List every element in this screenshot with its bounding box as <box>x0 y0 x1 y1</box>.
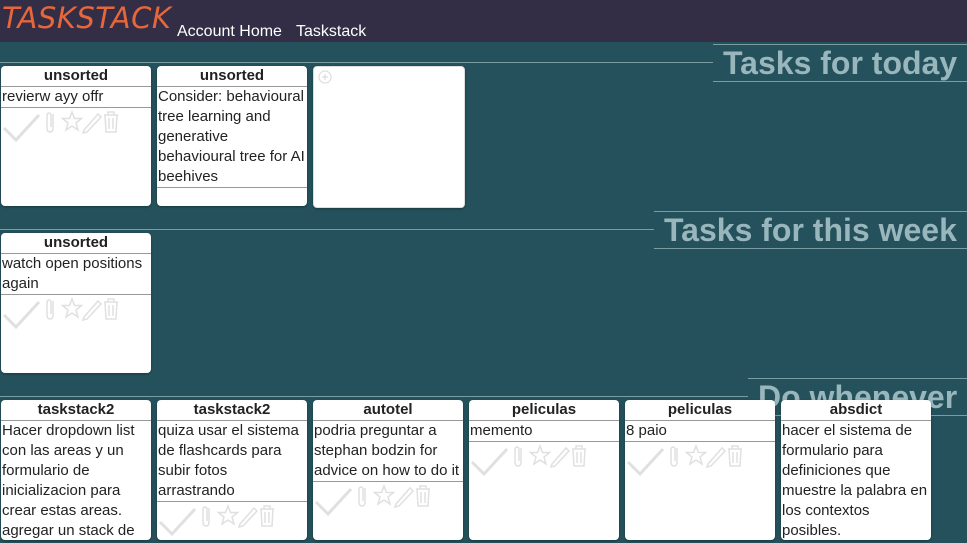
star-icon[interactable] <box>60 109 84 137</box>
card-actions <box>313 482 463 522</box>
task-card[interactable]: unsorted Consider: behavioural tree lear… <box>157 66 307 206</box>
section-divider <box>0 62 714 63</box>
paperclip-icon[interactable] <box>511 444 525 473</box>
card-category: taskstack2 <box>157 400 307 421</box>
card-category: taskstack2 <box>1 400 151 421</box>
check-icon[interactable] <box>313 484 353 525</box>
paperclip-icon[interactable] <box>667 444 681 473</box>
check-icon[interactable] <box>1 110 41 151</box>
card-text: quiza usar el sistema de flashcards para… <box>157 421 307 502</box>
pencil-icon[interactable] <box>705 444 727 473</box>
task-card[interactable]: unsorted watch open positions again <box>1 233 151 373</box>
trash-icon[interactable] <box>570 444 588 473</box>
task-card[interactable]: peliculas 8 paio <box>625 400 775 540</box>
check-icon[interactable] <box>625 444 665 485</box>
paperclip-icon[interactable] <box>43 297 57 326</box>
check-icon[interactable] <box>469 444 509 485</box>
card-category: unsorted <box>157 66 307 87</box>
card-category: peliculas <box>469 400 619 421</box>
paperclip-icon[interactable] <box>43 110 57 139</box>
task-card[interactable]: autotel podria preguntar a stephan bodzi… <box>313 400 463 540</box>
card-actions <box>157 502 307 540</box>
star-icon[interactable] <box>372 483 396 511</box>
trash-icon[interactable] <box>726 444 744 473</box>
card-text: Hacer dropdown list con las areas y un f… <box>1 421 151 540</box>
add-circle-icon[interactable] <box>318 70 332 89</box>
trash-icon[interactable] <box>102 297 120 326</box>
card-category: absdict <box>781 400 931 421</box>
pencil-icon[interactable] <box>237 504 259 533</box>
task-card[interactable]: unsorted revierw ayy offr <box>1 66 151 206</box>
card-text: 8 paio <box>625 421 775 442</box>
card-category: autotel <box>313 400 463 421</box>
card-actions <box>1 295 151 335</box>
pencil-icon[interactable] <box>81 110 103 139</box>
card-actions <box>625 442 775 482</box>
star-icon[interactable] <box>528 443 552 471</box>
card-category: unsorted <box>1 66 151 87</box>
nav-taskstack[interactable]: Taskstack <box>296 23 366 41</box>
task-card[interactable]: peliculas memento <box>469 400 619 540</box>
check-icon[interactable] <box>1 297 41 338</box>
section-title-week: Tasks for this week <box>654 211 967 249</box>
trash-icon[interactable] <box>258 504 276 533</box>
card-category: peliculas <box>625 400 775 421</box>
section-title-today: Tasks for today <box>713 44 967 82</box>
card-text: hacer el sistema de formulario para defi… <box>781 421 931 540</box>
nav-account-home[interactable]: Account Home <box>177 23 282 41</box>
card-category: unsorted <box>1 233 151 254</box>
section-divider <box>0 229 655 230</box>
trash-icon[interactable] <box>102 110 120 139</box>
add-task-card[interactable] <box>313 66 465 208</box>
top-bar: TASKSTACK Account Home Taskstack <box>0 0 967 42</box>
pencil-icon[interactable] <box>81 297 103 326</box>
paperclip-icon[interactable] <box>199 504 213 533</box>
task-card[interactable]: taskstack2 Hacer dropdown list con las a… <box>1 400 151 540</box>
task-card[interactable]: absdict hacer el sistema de formulario p… <box>781 400 931 540</box>
card-text: watch open positions again <box>1 254 151 295</box>
brand-logo[interactable]: TASKSTACK <box>2 1 171 35</box>
card-text: revierw ayy offr <box>1 87 151 108</box>
card-actions <box>1 108 151 148</box>
star-icon[interactable] <box>60 296 84 324</box>
paperclip-icon[interactable] <box>355 484 369 513</box>
section-divider <box>0 396 749 397</box>
pencil-icon[interactable] <box>549 444 571 473</box>
check-icon[interactable] <box>157 504 197 540</box>
task-card[interactable]: taskstack2 quiza usar el sistema de flas… <box>157 400 307 540</box>
card-text: Consider: behavioural tree learning and … <box>157 87 307 188</box>
card-text: podria preguntar a stephan bodzin for ad… <box>313 421 463 482</box>
star-icon[interactable] <box>216 503 240 531</box>
trash-icon[interactable] <box>414 484 432 513</box>
star-icon[interactable] <box>684 443 708 471</box>
card-actions <box>469 442 619 482</box>
pencil-icon[interactable] <box>393 484 415 513</box>
card-text: memento <box>469 421 619 442</box>
